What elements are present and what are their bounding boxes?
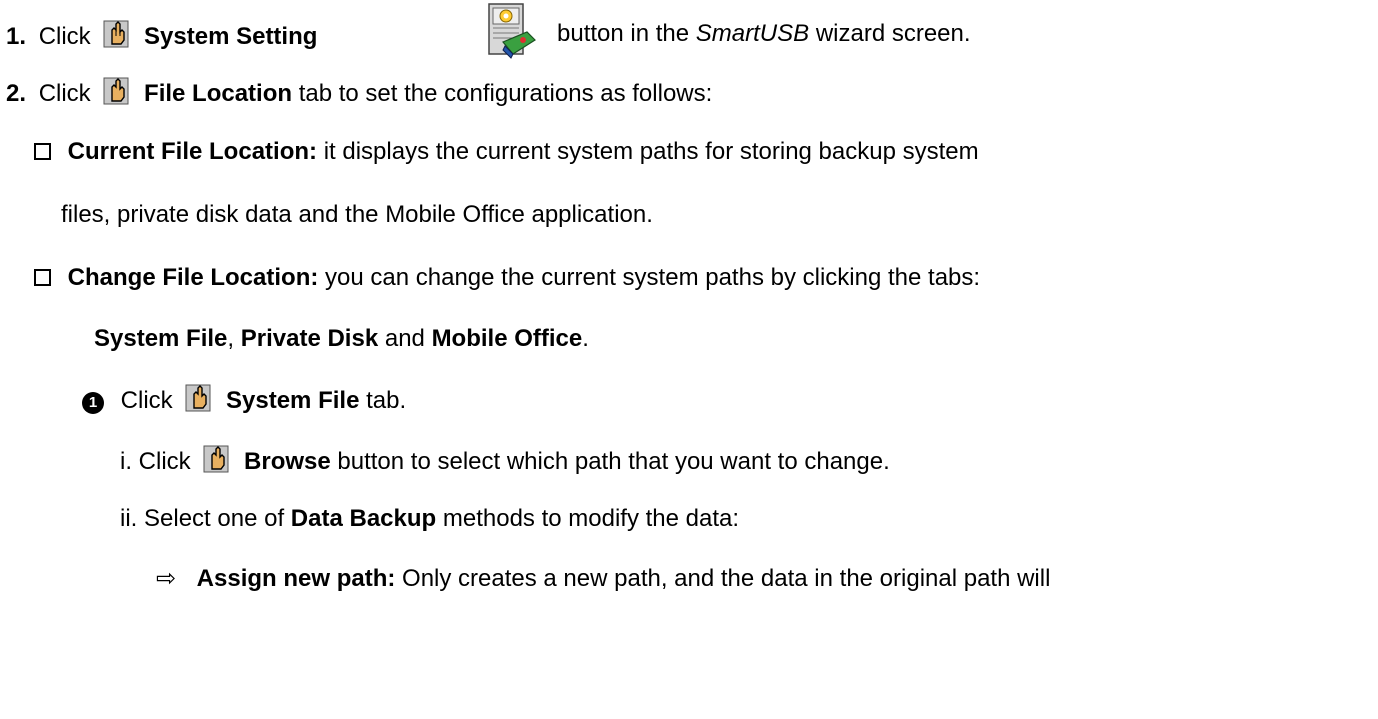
step-text: methods to modify the data:: [442, 505, 740, 532]
pointing-hand-icon: [103, 20, 129, 48]
item-text: you can change the current system paths …: [325, 264, 981, 291]
item-text: it displays the current system paths for…: [323, 138, 979, 165]
change-file-location-item: Change File Location: you can change the…: [34, 264, 980, 292]
change-file-location-cont: System File, Private Disk and Mobile Off…: [94, 325, 589, 353]
item-text: files, private disk data and the Mobile …: [61, 201, 653, 228]
step-text: tab.: [366, 387, 407, 414]
system-setting-icon: [488, 3, 536, 59]
current-file-location-label: Current File Location:: [67, 138, 318, 165]
current-file-location-item: Current File Location: it displays the c…: [34, 138, 979, 166]
step-text: tab to set the configurations as follows…: [298, 80, 713, 107]
checkbox-bullet-icon: [34, 143, 51, 160]
pointing-hand-icon: [203, 445, 229, 473]
sub-step-1: 1 Click System File tab.: [82, 384, 406, 415]
period: .: [582, 325, 589, 352]
smartusb-name: SmartUSB: [695, 20, 810, 47]
browse-label: Browse: [244, 448, 331, 475]
step-2: 2. Click File Location tab to set the co…: [6, 77, 712, 108]
tab-name: System File: [94, 325, 228, 352]
system-setting-label: System Setting: [144, 23, 318, 50]
step-text: Click: [38, 23, 91, 50]
roman-number: ii.: [120, 505, 138, 532]
file-location-label: File Location: [144, 80, 293, 107]
step-text: button to select which path that you wan…: [337, 448, 890, 475]
roman-step-i: i. Click Browse button to select which p…: [120, 445, 890, 476]
current-file-location-cont: files, private disk data and the Mobile …: [61, 201, 653, 229]
pointing-hand-icon: [103, 77, 129, 105]
step-1: 1. Click System Setting: [6, 20, 317, 51]
system-file-label: System File: [226, 387, 360, 414]
item-text: Only creates a new path, and the data in…: [402, 565, 1051, 592]
pointing-hand-icon: [185, 384, 211, 412]
tab-name: Mobile Office: [431, 325, 583, 352]
step-text: Click: [120, 387, 173, 414]
step-text: wizard screen.: [815, 20, 971, 47]
roman-step-ii: ii. Select one of Data Backup methods to…: [120, 505, 739, 533]
separator: ,: [227, 325, 235, 352]
change-file-location-label: Change File Location:: [67, 264, 319, 291]
data-backup-label: Data Backup: [290, 505, 437, 532]
item-text: and: [384, 325, 425, 352]
step-number: 2.: [6, 80, 27, 107]
step-1-rest: button in the SmartUSB wizard screen.: [557, 20, 971, 48]
step-text: button in the: [557, 20, 690, 47]
assign-new-path-label: Assign new path:: [196, 565, 396, 592]
roman-number: i.: [120, 448, 132, 475]
right-arrow-icon: ⇨: [156, 565, 177, 592]
step-number: 1.: [6, 23, 27, 50]
checkbox-bullet-icon: [34, 269, 51, 286]
numbered-circle-icon: 1: [82, 392, 104, 414]
assign-new-path-item: ⇨ Assign new path: Only creates a new pa…: [156, 565, 1050, 593]
step-text: Click: [38, 80, 91, 107]
tab-name: Private Disk: [240, 325, 379, 352]
step-text: Click: [138, 448, 191, 475]
step-text: Select one of: [144, 505, 285, 532]
